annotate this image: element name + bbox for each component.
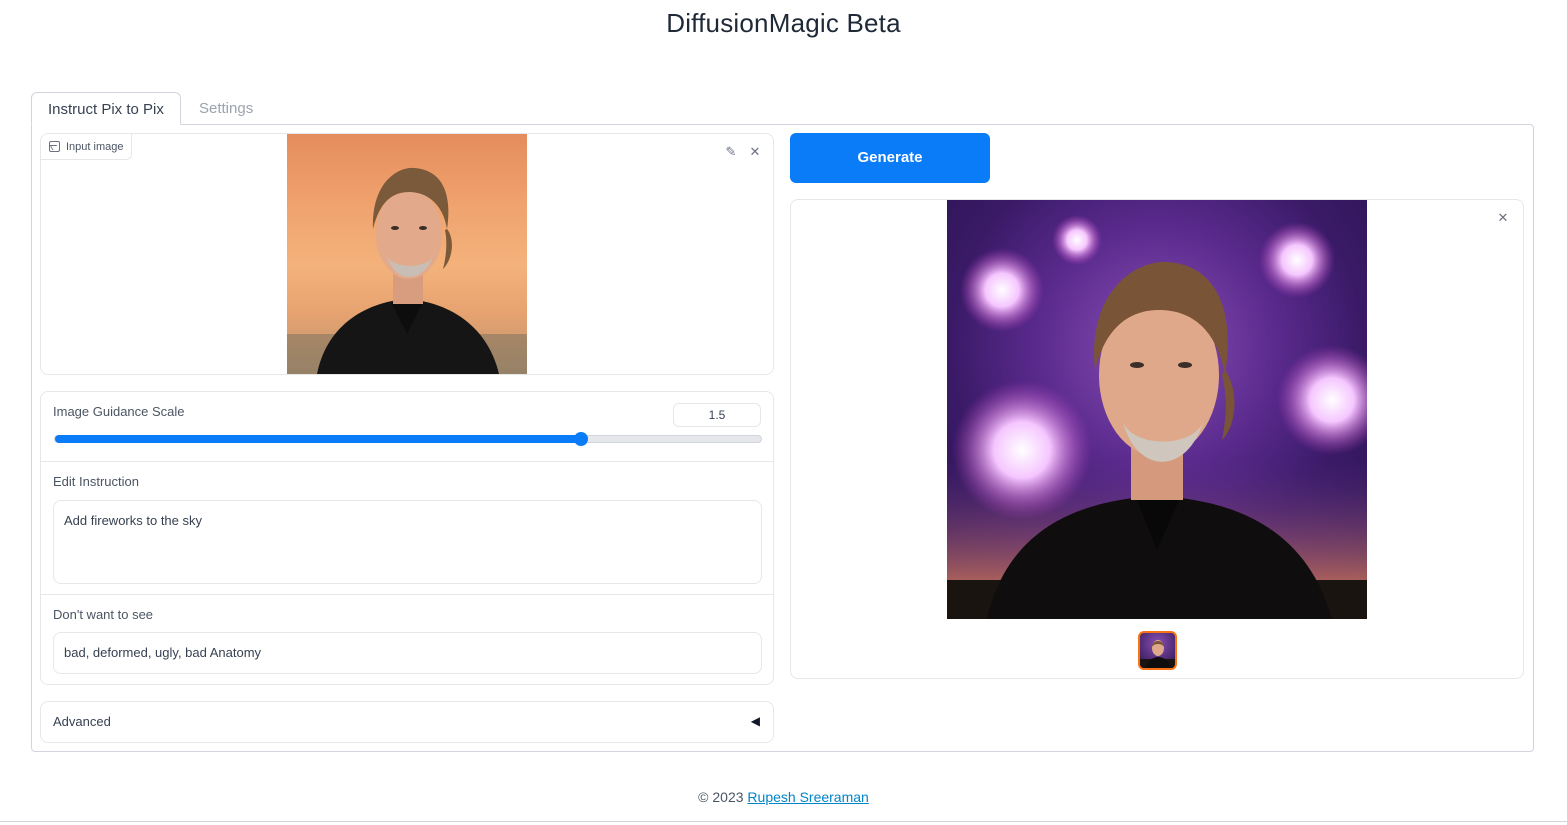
copyright-text: © 2023 — [698, 789, 744, 805]
edit-instruction-textarea[interactable]: Add fireworks to the sky — [53, 500, 762, 584]
output-gallery: ✕ — [790, 199, 1524, 679]
image-guidance-slider[interactable] — [54, 432, 762, 446]
divider — [41, 594, 773, 595]
slider-fill — [55, 435, 581, 443]
input-image-box[interactable]: Input image ✎ ✕ — [40, 133, 774, 375]
close-icon[interactable]: ✕ — [1493, 208, 1513, 228]
close-icon[interactable]: ✕ — [745, 142, 765, 162]
image-icon — [49, 141, 60, 152]
chevron-left-icon: ◀ — [750, 714, 760, 728]
footer: © 2023 Rupesh Sreeraman — [0, 789, 1567, 805]
tab-settings[interactable]: Settings — [183, 92, 283, 125]
author-link[interactable]: Rupesh Sreeraman — [747, 789, 868, 805]
output-photo — [947, 200, 1367, 619]
input-image-label: Input image — [41, 134, 133, 160]
negative-prompt-label: Don't want to see — [53, 607, 154, 622]
generate-button[interactable]: Generate — [790, 133, 990, 183]
app-title: DiffusionMagic Beta — [666, 8, 901, 38]
fireworks-portrait-illustration — [947, 215, 1367, 619]
edit-instruction-label: Edit Instruction — [53, 474, 139, 489]
input-image-label-text: Input image — [66, 140, 124, 153]
divider — [41, 461, 773, 462]
tab-instruct-pix-to-pix[interactable]: Instruct Pix to Pix — [31, 92, 181, 125]
advanced-label: Advanced — [53, 714, 111, 729]
pencil-icon[interactable]: ✎ — [721, 142, 741, 162]
slider-thumb[interactable] — [573, 432, 588, 446]
settings-box: Image Guidance Scale 1.5 Edit Instructio… — [40, 391, 774, 685]
image-guidance-label: Image Guidance Scale — [53, 404, 185, 419]
bottom-divider — [0, 821, 1567, 822]
gallery-thumbnail[interactable] — [1138, 631, 1177, 670]
advanced-accordion[interactable]: Advanced ◀ — [40, 701, 774, 743]
portrait-illustration — [287, 167, 527, 374]
thumbnail-illustration — [1140, 640, 1175, 668]
image-guidance-number-input[interactable]: 1.5 — [673, 403, 761, 427]
input-photo — [287, 134, 527, 374]
negative-prompt-input[interactable]: bad, deformed, ugly, bad Anatomy — [53, 632, 762, 674]
